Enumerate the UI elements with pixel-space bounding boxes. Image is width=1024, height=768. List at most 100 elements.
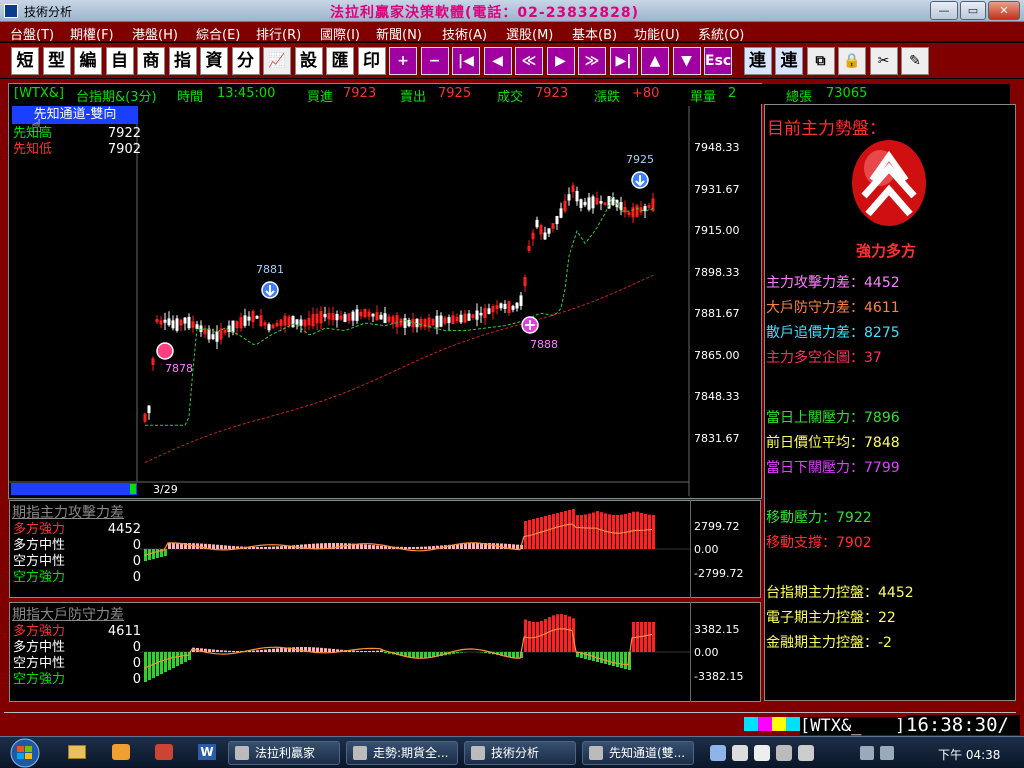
- toolbar-button[interactable]: 連: [775, 47, 803, 75]
- tray-icon[interactable]: [732, 745, 748, 761]
- start-button[interactable]: [4, 738, 46, 768]
- toolbar-button[interactable]: 資: [200, 47, 228, 75]
- candle-body: [499, 303, 503, 309]
- indicator-bar: [548, 617, 551, 652]
- candle-body: [463, 313, 467, 323]
- app-icon-red[interactable]: [155, 744, 173, 760]
- toolbar-button[interactable]: 印: [357, 47, 386, 75]
- toolbar-button[interactable]: 匯: [326, 47, 354, 75]
- status-bracket: ]: [895, 716, 906, 736]
- indicator-bar: [212, 544, 215, 549]
- menu-item[interactable]: 港盤(H): [132, 24, 178, 43]
- toolbar-button[interactable]: ⧉: [806, 47, 835, 75]
- tray-icon[interactable]: [710, 745, 726, 761]
- toolbar-button[interactable]: ✂: [869, 47, 898, 75]
- tray-icon[interactable]: [798, 745, 814, 761]
- indicator-bar: [416, 652, 419, 658]
- defense-chart[interactable]: [140, 605, 690, 701]
- menu-item[interactable]: 功能(U): [634, 24, 680, 43]
- menu-item[interactable]: 選股(M): [506, 24, 553, 43]
- menu-item[interactable]: 基本(B): [572, 24, 617, 43]
- indicator-bar: [560, 614, 563, 652]
- chart-icon[interactable]: 📈: [263, 47, 291, 75]
- menu-item[interactable]: 期權(F): [70, 24, 114, 43]
- nav-button[interactable]: ◀: [483, 47, 512, 75]
- candle-body: [291, 315, 295, 328]
- explorer-icon[interactable]: [68, 745, 86, 759]
- toolbar-button[interactable]: 短: [11, 47, 39, 75]
- indicator-bar: [424, 546, 427, 549]
- nav-button[interactable]: −: [420, 47, 449, 75]
- toolbar-button[interactable]: 設: [294, 47, 323, 75]
- media-icon[interactable]: [112, 744, 130, 760]
- nav-button[interactable]: ≪: [515, 47, 543, 75]
- indicator-bar: [408, 547, 411, 549]
- volume-icon[interactable]: [880, 746, 894, 760]
- toolbar-button[interactable]: 自: [105, 47, 134, 75]
- toolbar-button[interactable]: 分: [231, 47, 260, 75]
- task-trend[interactable]: 走勢:期貨全...: [346, 741, 458, 765]
- indicator-bar: [604, 652, 607, 664]
- nav-button[interactable]: ▶: [546, 47, 575, 75]
- menu-item[interactable]: 系統(O): [698, 24, 744, 43]
- info-fxf-control: 金融期主力控盤：-2: [766, 635, 892, 651]
- indicator-bar: [620, 514, 623, 549]
- toolbar-button[interactable]: 指: [168, 47, 197, 75]
- network-icon[interactable]: [860, 746, 874, 760]
- close-button[interactable]: ✕: [988, 1, 1020, 20]
- candle-body: [211, 334, 215, 340]
- axis-label: -3382.15: [694, 670, 744, 683]
- taskbar-clock[interactable]: 下午 04:38: [938, 746, 1000, 763]
- indicator-bar: [156, 652, 159, 676]
- attack-chart[interactable]: [140, 503, 690, 597]
- nav-button[interactable]: |◀: [452, 47, 480, 75]
- indicator-bar: [176, 652, 179, 666]
- word-icon[interactable]: W: [198, 744, 216, 760]
- toolbar-button[interactable]: 型: [42, 47, 71, 75]
- indicator-bar: [172, 543, 175, 549]
- nav-button[interactable]: +: [389, 47, 417, 75]
- indicator-bar: [336, 543, 339, 549]
- task-channel[interactable]: 先知通道(雙...: [582, 741, 694, 765]
- price-chart[interactable]: 7925 7881 7878 7888 3/29: [9, 106, 761, 496]
- indicator-bar: [220, 650, 223, 652]
- tray-icon[interactable]: [754, 745, 770, 761]
- indicator-bar: [368, 650, 371, 652]
- candle-body: [403, 318, 407, 328]
- menu-item[interactable]: 國際(I): [320, 24, 360, 43]
- nav-button[interactable]: Esc: [704, 47, 732, 75]
- tray-icon[interactable]: [776, 745, 792, 761]
- nav-button[interactable]: ≫: [578, 47, 606, 75]
- toolbar-button[interactable]: ✎: [901, 47, 929, 75]
- indicator-bar: [596, 511, 599, 549]
- info-exf-control: 電子期主力控盤：22: [766, 610, 896, 626]
- candle-body: [311, 314, 315, 327]
- menu-item[interactable]: 技術(A): [442, 24, 487, 43]
- indicator-bar: [152, 549, 155, 559]
- quote-volume: 2: [728, 86, 737, 101]
- menu-item[interactable]: 綜合(E): [196, 24, 240, 43]
- task-technical[interactable]: 技術分析: [464, 741, 576, 765]
- indicator-bar: [216, 649, 219, 652]
- menu-item[interactable]: 台盤(T): [10, 24, 54, 43]
- menu-item[interactable]: 新聞(N): [376, 24, 422, 43]
- candle-body: [455, 317, 459, 322]
- task-ferrari[interactable]: 法拉利贏家: [228, 741, 340, 765]
- minimize-button[interactable]: —: [930, 1, 958, 20]
- defense-legend-label: 空方中性: [13, 656, 66, 671]
- nav-button[interactable]: ▲: [641, 47, 669, 75]
- nav-button[interactable]: ▼: [672, 47, 701, 75]
- candle-body: [467, 313, 471, 321]
- toolbar-button[interactable]: 連: [743, 47, 772, 75]
- toolbar-button[interactable]: 🔒: [838, 47, 866, 75]
- nav-button[interactable]: ▶|: [609, 47, 638, 75]
- scroll-indicator[interactable]: [11, 483, 137, 495]
- candle-body: [347, 313, 351, 321]
- indicator-bar: [272, 648, 275, 652]
- toolbar-button[interactable]: 編: [74, 47, 102, 75]
- indicator-bar: [608, 652, 611, 665]
- candle-body: [555, 216, 559, 225]
- toolbar-button[interactable]: 商: [137, 47, 165, 75]
- maximize-button[interactable]: ▭: [960, 1, 986, 20]
- menu-item[interactable]: 排行(R): [256, 24, 301, 43]
